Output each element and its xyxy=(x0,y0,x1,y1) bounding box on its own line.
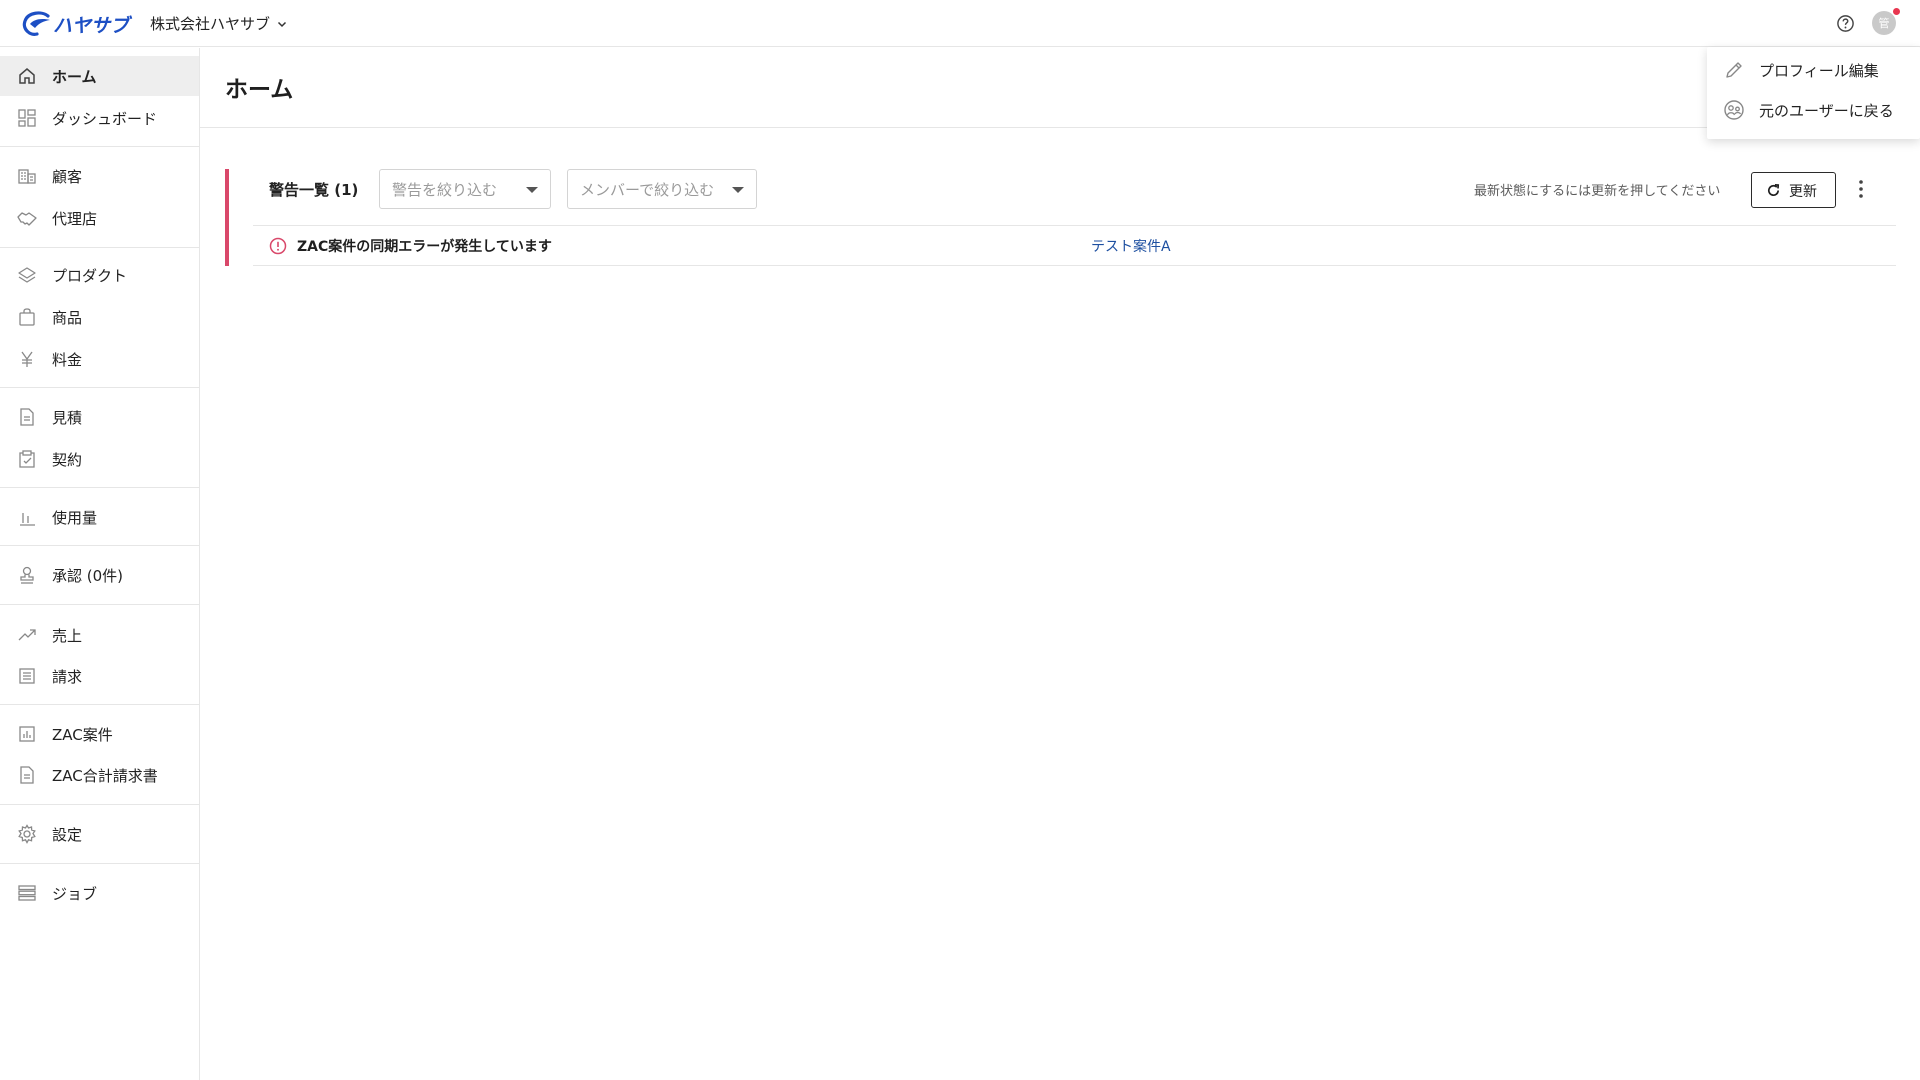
sidebar-item-label: ジョブ xyxy=(52,884,98,903)
shopping-bag-icon xyxy=(19,308,35,326)
sidebar-item-approvals[interactable]: 承認 (0件) xyxy=(0,555,199,595)
chevron-down-icon xyxy=(277,21,287,27)
sidebar-divider xyxy=(0,387,199,388)
layers-icon xyxy=(18,267,36,283)
menu-item-edit-profile[interactable]: プロフィール編集 xyxy=(1707,51,1920,89)
document-icon xyxy=(20,408,34,426)
sidebar-item-label: 請求 xyxy=(52,667,83,686)
table-divider xyxy=(253,225,1896,226)
sidebar-item-items[interactable]: 商品 xyxy=(0,297,199,337)
gear-icon xyxy=(18,824,36,844)
alert-accent-bar xyxy=(225,169,229,266)
sidebar-item-zac-invoices[interactable]: ZAC合計請求書 xyxy=(0,755,199,795)
sidebar-item-label: 見積 xyxy=(52,408,83,427)
home-icon xyxy=(19,68,35,84)
menu-item-label: 元のユーザーに戻る xyxy=(1759,101,1894,120)
alert-project-link[interactable]: テスト案件A xyxy=(1091,236,1171,256)
caret-down-icon xyxy=(732,187,744,193)
sidebar-item-home[interactable]: ホーム xyxy=(0,56,199,96)
logo[interactable]: ハヤサブ xyxy=(22,10,129,38)
sidebar-item-label: 使用量 xyxy=(52,508,98,527)
sidebar-item-label: プロダクト xyxy=(52,266,128,285)
avatar[interactable]: 管 xyxy=(1872,11,1896,35)
sidebar-item-pricing[interactable]: 料金 xyxy=(0,339,199,379)
logo-mark-icon xyxy=(22,11,50,36)
user-switch-icon xyxy=(1724,100,1744,120)
company-name: 株式会社ハヤサブ xyxy=(150,15,271,33)
member-filter-placeholder: メンバーで絞り込む xyxy=(580,180,715,199)
refresh-button[interactable]: 更新 xyxy=(1751,172,1836,208)
sidebar-item-quotes[interactable]: 見積 xyxy=(0,397,199,437)
trending-up-icon xyxy=(18,629,36,641)
sidebar-item-sales[interactable]: 売上 xyxy=(0,615,199,655)
logo-text: ハヤサブ xyxy=(53,14,130,37)
sidebar-divider xyxy=(0,487,199,488)
sidebar-item-zac-projects[interactable]: ZAC案件 xyxy=(0,714,199,754)
sidebar-item-jobs[interactable]: ジョブ xyxy=(0,873,199,913)
clipboard-check-icon xyxy=(19,450,35,468)
sidebar: ホーム ダッシュボード 顧客 代理店 プロダクト 商品 料金 見積 契約 使用量 xyxy=(0,48,200,1080)
alert-circle-icon xyxy=(269,237,287,255)
sidebar-item-label: 代理店 xyxy=(52,209,98,228)
sidebar-divider xyxy=(0,804,199,805)
title-divider xyxy=(200,127,1920,128)
refresh-icon xyxy=(1768,184,1780,196)
alert-filter-select[interactable]: 警告を絞り込む xyxy=(379,169,551,209)
handshake-icon xyxy=(17,212,37,226)
notification-dot xyxy=(1893,8,1900,15)
more-vertical-icon[interactable] xyxy=(1853,178,1869,200)
sidebar-divider xyxy=(0,146,199,147)
user-menu: プロフィール編集 元のユーザーに戻る xyxy=(1707,47,1920,139)
building-icon xyxy=(18,169,36,184)
yen-icon xyxy=(21,351,33,367)
sidebar-item-label: 契約 xyxy=(52,450,83,469)
stamp-icon xyxy=(20,566,34,584)
page-title: ホーム xyxy=(225,77,294,103)
sidebar-item-label: 承認 (0件) xyxy=(52,566,124,585)
sidebar-item-label: ホーム xyxy=(52,67,97,86)
menu-item-label: プロフィール編集 xyxy=(1759,61,1879,80)
sidebar-divider xyxy=(0,863,199,864)
sidebar-divider xyxy=(0,545,199,546)
chart-box-icon xyxy=(19,726,35,742)
sidebar-item-label: 商品 xyxy=(52,308,83,327)
sidebar-divider xyxy=(0,247,199,248)
dashboard-icon xyxy=(18,109,36,127)
sidebar-item-contracts[interactable]: 契約 xyxy=(0,439,199,479)
pencil-icon xyxy=(1726,62,1742,78)
server-list-icon xyxy=(18,885,36,901)
sidebar-item-usage[interactable]: 使用量 xyxy=(0,497,199,537)
alert-message: ZAC案件の同期エラーが発生しています xyxy=(297,239,552,255)
company-switcher[interactable]: 株式会社ハヤサブ xyxy=(150,13,288,34)
sidebar-item-label: ZAC合計請求書 xyxy=(52,766,158,785)
sidebar-divider xyxy=(0,704,199,705)
sidebar-item-dashboard[interactable]: ダッシュボード xyxy=(0,98,199,138)
menu-item-return-user[interactable]: 元のユーザーに戻る xyxy=(1707,91,1920,129)
sidebar-item-billing[interactable]: 請求 xyxy=(0,656,199,696)
top-header: ハヤサブ 株式会社ハヤサブ 管 xyxy=(0,0,1920,47)
refresh-label: 更新 xyxy=(1789,184,1817,200)
sidebar-item-label: ダッシュボード xyxy=(52,109,158,128)
alerts-title: 警告一覧 (1) xyxy=(269,181,359,199)
sidebar-item-label: ZAC案件 xyxy=(52,725,113,744)
caret-down-icon xyxy=(526,187,538,193)
sidebar-item-customers[interactable]: 顧客 xyxy=(0,156,199,196)
bar-chart-icon xyxy=(20,513,35,526)
refresh-hint: 最新状態にするには更新を押してください xyxy=(1474,184,1721,199)
table-divider xyxy=(253,265,1896,266)
sidebar-item-products[interactable]: プロダクト xyxy=(0,255,199,295)
sidebar-item-label: 売上 xyxy=(52,626,83,645)
sidebar-item-label: 料金 xyxy=(52,350,83,369)
document-icon xyxy=(20,766,34,784)
sidebar-item-agencies[interactable]: 代理店 xyxy=(0,198,199,238)
help-icon[interactable] xyxy=(1836,14,1855,33)
sidebar-item-settings[interactable]: 設定 xyxy=(0,814,199,854)
sidebar-divider xyxy=(0,604,199,605)
alert-filter-placeholder: 警告を絞り込む xyxy=(392,180,498,199)
sidebar-item-label: 顧客 xyxy=(52,167,83,186)
member-filter-select[interactable]: メンバーで絞り込む xyxy=(567,169,757,209)
sidebar-item-label: 設定 xyxy=(52,825,83,844)
list-icon xyxy=(19,668,35,684)
